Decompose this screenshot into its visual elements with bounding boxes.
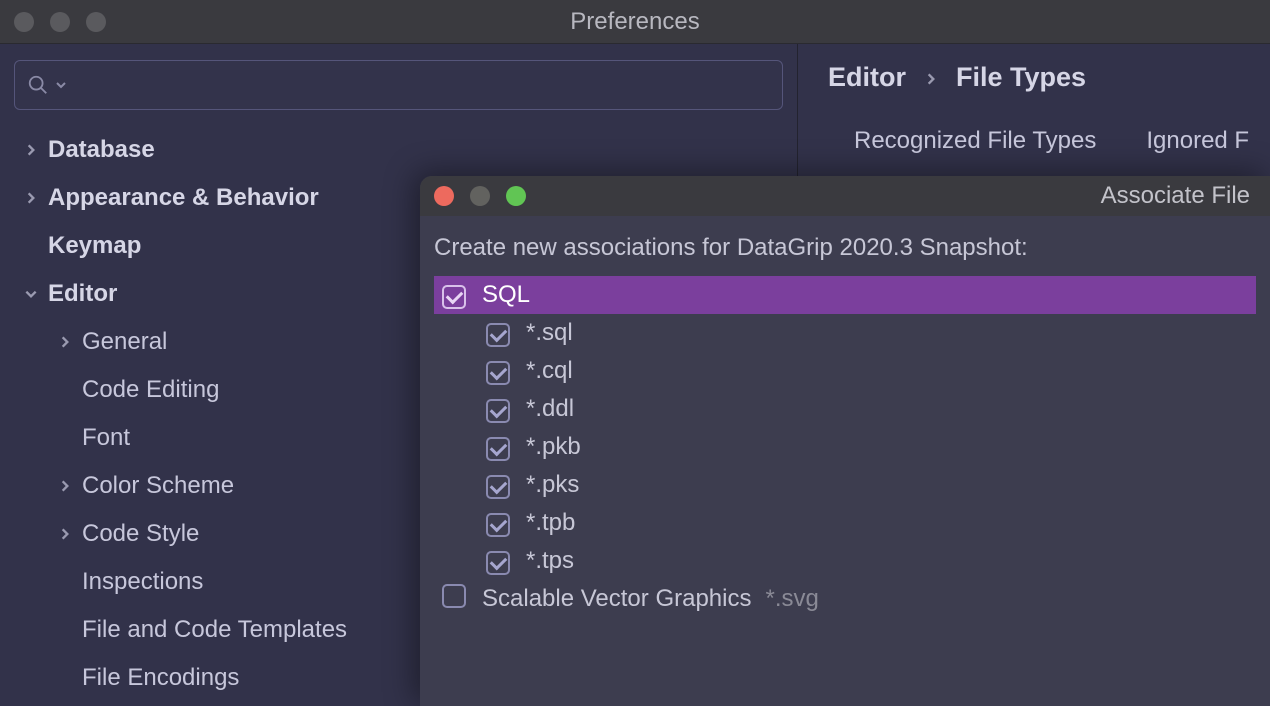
- search-input[interactable]: [14, 60, 783, 110]
- checkbox[interactable]: [442, 281, 466, 309]
- zoom-icon[interactable]: [86, 12, 106, 32]
- association-label: Scalable Vector Graphics: [482, 585, 751, 613]
- checkbox[interactable]: [486, 433, 510, 461]
- sidebar-item-label: Font: [76, 424, 130, 452]
- checkbox[interactable]: [486, 471, 510, 499]
- checkbox[interactable]: [486, 357, 510, 385]
- close-icon[interactable]: [14, 12, 34, 32]
- breadcrumb: Editor File Types: [828, 62, 1250, 93]
- content-tabs: Recognized File Types Ignored F: [828, 127, 1250, 155]
- pattern-label: *.tps: [526, 547, 574, 575]
- sidebar-item-label: Database: [42, 136, 155, 164]
- checkbox[interactable]: [442, 584, 466, 615]
- associate-file-dialog: Associate File Create new associations f…: [420, 176, 1270, 706]
- chevron-right-icon: [54, 335, 76, 349]
- breadcrumb-leaf: File Types: [956, 62, 1086, 93]
- association-hint: *.svg: [765, 585, 818, 613]
- close-icon[interactable]: [434, 186, 454, 206]
- tab-recognized-file-types[interactable]: Recognized File Types: [854, 127, 1096, 155]
- sidebar-item-database[interactable]: Database: [10, 126, 787, 174]
- checkbox[interactable]: [486, 547, 510, 575]
- association-pattern[interactable]: *.tpb: [434, 504, 1256, 542]
- tab-ignored[interactable]: Ignored F: [1146, 127, 1249, 155]
- window-controls: [14, 12, 106, 32]
- sidebar-item-label: Keymap: [42, 232, 141, 260]
- chevron-right-icon: [54, 527, 76, 541]
- dialog-titlebar: Associate File: [420, 176, 1270, 216]
- chevron-right-icon: [54, 479, 76, 493]
- chevron-right-icon: [924, 62, 938, 93]
- association-pattern[interactable]: *.cql: [434, 352, 1256, 390]
- minimize-icon[interactable]: [50, 12, 70, 32]
- sidebar-item-label: File Encodings: [76, 664, 239, 692]
- checkbox[interactable]: [486, 319, 510, 347]
- sidebar-item-label: Color Scheme: [76, 472, 234, 500]
- pattern-label: *.cql: [526, 357, 573, 385]
- pattern-label: *.tpb: [526, 509, 575, 537]
- chevron-right-icon: [20, 191, 42, 205]
- zoom-icon[interactable]: [506, 186, 526, 206]
- pattern-label: *.pkb: [526, 433, 581, 461]
- pattern-label: *.pks: [526, 471, 579, 499]
- search-field[interactable]: [73, 74, 770, 97]
- preferences-titlebar: Preferences: [0, 0, 1270, 44]
- sidebar-item-label: General: [76, 328, 167, 356]
- sidebar-item-label: Inspections: [76, 568, 203, 596]
- breadcrumb-root[interactable]: Editor: [828, 62, 906, 93]
- chevron-down-icon: [20, 287, 42, 301]
- association-group-scalable-vector-graphics[interactable]: Scalable Vector Graphics *.svg: [434, 580, 1256, 618]
- pattern-label: *.ddl: [526, 395, 574, 423]
- chevron-right-icon: [20, 143, 42, 157]
- association-pattern[interactable]: *.pks: [434, 466, 1256, 504]
- dialog-window-controls: [434, 186, 526, 206]
- search-icon: [27, 74, 49, 96]
- sidebar-item-label: Code Editing: [76, 376, 219, 404]
- association-pattern[interactable]: *.tps: [434, 542, 1256, 580]
- association-group-sql[interactable]: SQL: [434, 276, 1256, 314]
- checkbox[interactable]: [486, 509, 510, 537]
- dialog-prompt: Create new associations for DataGrip 202…: [434, 234, 1256, 262]
- search-history-icon[interactable]: [55, 79, 67, 91]
- dialog-title: Associate File: [1101, 182, 1250, 210]
- association-pattern[interactable]: *.ddl: [434, 390, 1256, 428]
- checkbox[interactable]: [486, 395, 510, 423]
- association-pattern[interactable]: *.sql: [434, 314, 1256, 352]
- sidebar-item-label: Code Style: [76, 520, 199, 548]
- sidebar-item-label: Editor: [42, 280, 117, 308]
- window-title: Preferences: [570, 8, 699, 36]
- associations-list: SQL *.sql *.cql *.ddl *.pkb *.pks *.tpb *.tps Sc…: [434, 276, 1256, 618]
- pattern-label: *.sql: [526, 319, 573, 347]
- sidebar-item-label: File and Code Templates: [76, 616, 347, 644]
- association-label: SQL: [482, 281, 530, 309]
- association-pattern[interactable]: *.pkb: [434, 428, 1256, 466]
- minimize-icon[interactable]: [470, 186, 490, 206]
- sidebar-item-label: Appearance & Behavior: [42, 184, 319, 212]
